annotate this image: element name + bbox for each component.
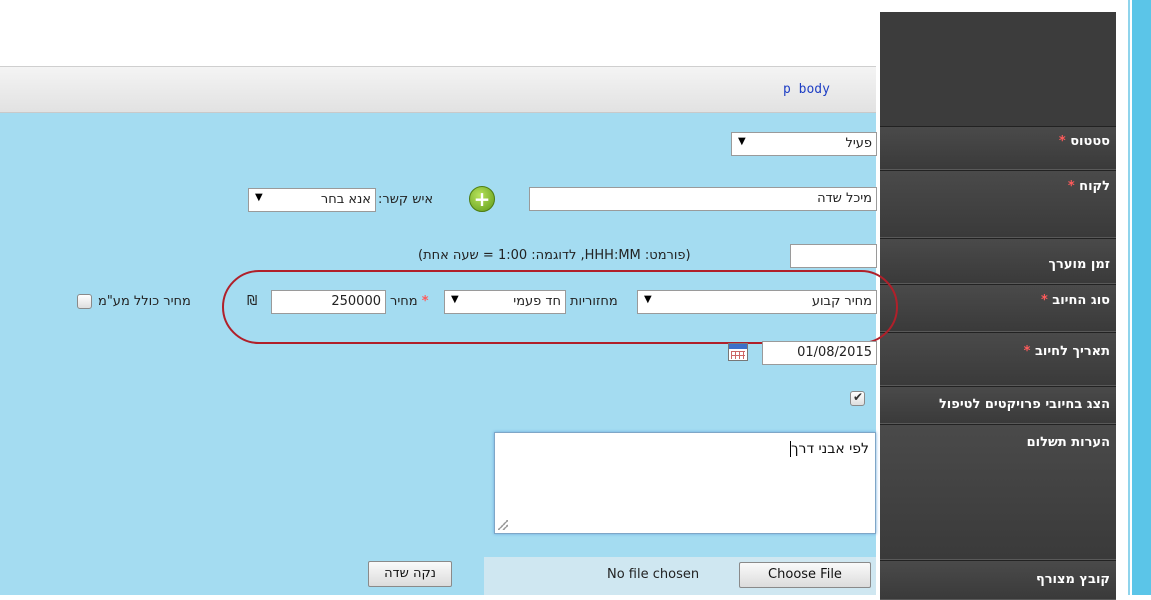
label-charge-date: תאריך לחיוב *	[880, 332, 1116, 386]
status-select-value: פעיל	[845, 136, 872, 151]
customer-input-value: מיכל שדה	[817, 191, 872, 206]
rich-editor-area[interactable]	[0, 0, 876, 66]
edge-divider	[1128, 0, 1130, 595]
customer-input[interactable]: מיכל שדה	[529, 187, 877, 211]
resize-handle-icon[interactable]	[498, 520, 508, 530]
required-mark: *	[1023, 344, 1031, 359]
chevron-down-icon: ▼	[255, 192, 263, 203]
label-charge-type: סוג החיוב *	[880, 284, 1116, 332]
required-mark: *	[1067, 179, 1075, 194]
label-payment-notes-text: הערות תשלום	[1026, 435, 1110, 450]
side-scroll-strip	[1132, 0, 1151, 595]
required-mark: *	[1040, 293, 1048, 308]
choose-file-button[interactable]: Choose File	[739, 562, 871, 588]
estimated-time-input[interactable]	[790, 244, 877, 268]
label-customer-text: לקוח	[1079, 179, 1110, 194]
contact-select[interactable]: אנא בחר ▼	[248, 188, 376, 212]
label-charge-date-text: תאריך לחיוב	[1034, 344, 1110, 359]
status-select[interactable]: פעיל ▼	[731, 132, 877, 156]
label-charge-type-text: סוג החיוב	[1052, 293, 1110, 308]
required-mark: *	[1058, 134, 1066, 149]
charge-date-input[interactable]: 01/08/2015	[762, 341, 877, 365]
label-attached-file-text: קובץ מצורף	[1035, 572, 1110, 587]
label-estimated-time-text: זמן מוערך	[1048, 257, 1110, 272]
vat-checkbox-label: מחיר כולל מע"מ	[98, 294, 191, 309]
editor-element-path[interactable]: p body	[783, 82, 830, 97]
label-attached-file: קובץ מצורף	[880, 560, 1116, 600]
file-input[interactable]: No file chosen Choose File	[484, 557, 876, 595]
clear-field-button[interactable]: נקה שדה	[368, 561, 452, 587]
highlight-ring	[222, 270, 898, 344]
payment-notes-textarea[interactable]: לפי אבני דרך	[494, 432, 876, 534]
charge-date-value: 01/08/2015	[797, 345, 872, 360]
chevron-down-icon: ▼	[738, 136, 746, 147]
label-customer: לקוח *	[880, 170, 1116, 238]
label-status-text: סטטוס	[1070, 134, 1110, 149]
calendar-icon-header	[729, 344, 747, 349]
payment-notes-value: לפי אבני דרך	[791, 441, 869, 457]
label-payment-notes: הערות תשלום	[880, 424, 1116, 560]
show-in-project-charges-checkbox[interactable]	[850, 390, 865, 406]
label-show-in-project-charges: הצג בחיובי פרויקטים לטיפול	[880, 386, 1116, 424]
contact-label: איש קשר:	[378, 192, 434, 207]
label-column: סטטוס * לקוח * זמן מוערך סוג החיוב * תאר…	[880, 12, 1116, 600]
editor-status-bar: p body	[0, 66, 876, 113]
file-status-text: No file chosen	[607, 567, 700, 582]
label-estimated-time: זמן מוערך	[880, 238, 1116, 284]
vat-checkbox[interactable]	[77, 294, 92, 309]
label-status: סטטוס *	[880, 126, 1116, 170]
calendar-icon-grid	[731, 351, 745, 359]
calendar-icon[interactable]	[728, 343, 748, 361]
label-show-in-project-charges-text: הצג בחיובי פרויקטים לטיפול	[938, 397, 1110, 412]
estimated-time-hint: (פורמט: HHH:MM, לדוגמה: 1:00 = שעה אחת)	[418, 248, 691, 263]
contact-select-value: אנא בחר	[320, 192, 371, 207]
plus-circle-icon[interactable]: +	[469, 186, 495, 212]
